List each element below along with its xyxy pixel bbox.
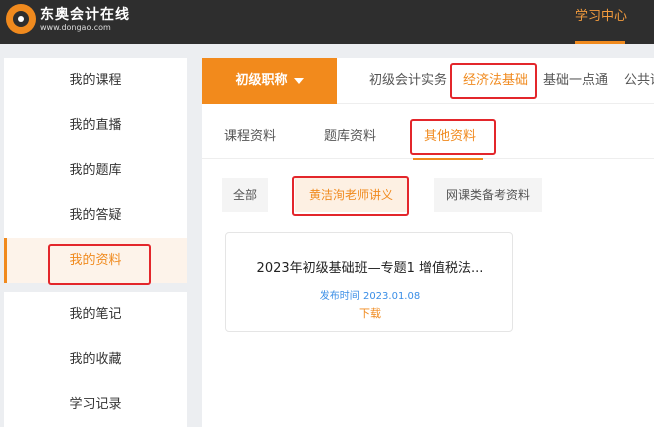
sidebar-item-courses[interactable]: 我的课程 — [4, 58, 187, 103]
level-dropdown-button[interactable]: 初级职称 — [202, 58, 337, 104]
course-tab-basics[interactable]: 基础一点通 — [543, 58, 608, 104]
caret-down-icon — [293, 77, 304, 84]
sidebar-item-favorites[interactable]: 我的收藏 — [4, 337, 187, 382]
sidebar-item-materials[interactable]: 我的资料 — [4, 238, 187, 283]
sidebar-item-history[interactable]: 学习记录 — [4, 382, 187, 427]
top-bar: 东奥会计在线 www.dongao.com 学习中心 — [0, 0, 654, 44]
sidebar: 我的课程 我的直播 我的题库 我的答疑 我的资料 我的笔记 我的收藏 学习记录 — [4, 58, 187, 427]
material-title[interactable]: 2023年初级基础班—专题1 增值税法... — [226, 257, 514, 276]
resource-tab-active-indicator — [413, 158, 483, 160]
resource-tab-other[interactable]: 其他资料 — [424, 115, 476, 159]
sidebar-item-qa[interactable]: 我的答疑 — [4, 193, 187, 238]
logo-icon[interactable] — [6, 4, 36, 34]
download-link[interactable]: 下载 — [226, 305, 514, 321]
course-tab-accounting-practice[interactable]: 初级会计实务 — [369, 58, 447, 104]
main-panel: 初级职称 初级会计实务 经济法基础 基础一点通 公共课 课程资料 题库资料 其他… — [202, 58, 654, 427]
nav-study-center[interactable]: 学习中心 — [575, 0, 627, 44]
course-tab-economic-law[interactable]: 经济法基础 — [463, 58, 528, 104]
course-tab-public[interactable]: 公共课 — [624, 58, 654, 104]
course-tabs: 初级会计实务 经济法基础 基础一点通 公共课 — [337, 58, 654, 104]
logo-name[interactable]: 东奥会计在线 — [40, 4, 130, 24]
resource-tab-question-bank[interactable]: 题库资料 — [324, 115, 376, 159]
sidebar-item-question-bank[interactable]: 我的题库 — [4, 148, 187, 193]
sidebar-item-notes[interactable]: 我的笔记 — [4, 292, 187, 337]
filter-chip-online-materials[interactable]: 网课类备考资料 — [434, 178, 542, 212]
filter-chip-all[interactable]: 全部 — [222, 178, 268, 212]
resource-tabs: 课程资料 题库资料 其他资料 — [202, 115, 654, 159]
material-card: 2023年初级基础班—专题1 增值税法... 发布时间 2023.01.08 下… — [225, 232, 513, 332]
nav-active-indicator — [575, 41, 625, 44]
logo-url: www.dongao.com — [40, 23, 111, 32]
material-date: 发布时间 2023.01.08 — [319, 291, 421, 302]
resource-tab-course[interactable]: 课程资料 — [224, 115, 276, 159]
sidebar-item-live[interactable]: 我的直播 — [4, 103, 187, 148]
filter-chip-teacher-notes[interactable]: 黄洁洵老师讲义 — [295, 178, 407, 212]
level-label: 初级职称 — [235, 73, 288, 88]
